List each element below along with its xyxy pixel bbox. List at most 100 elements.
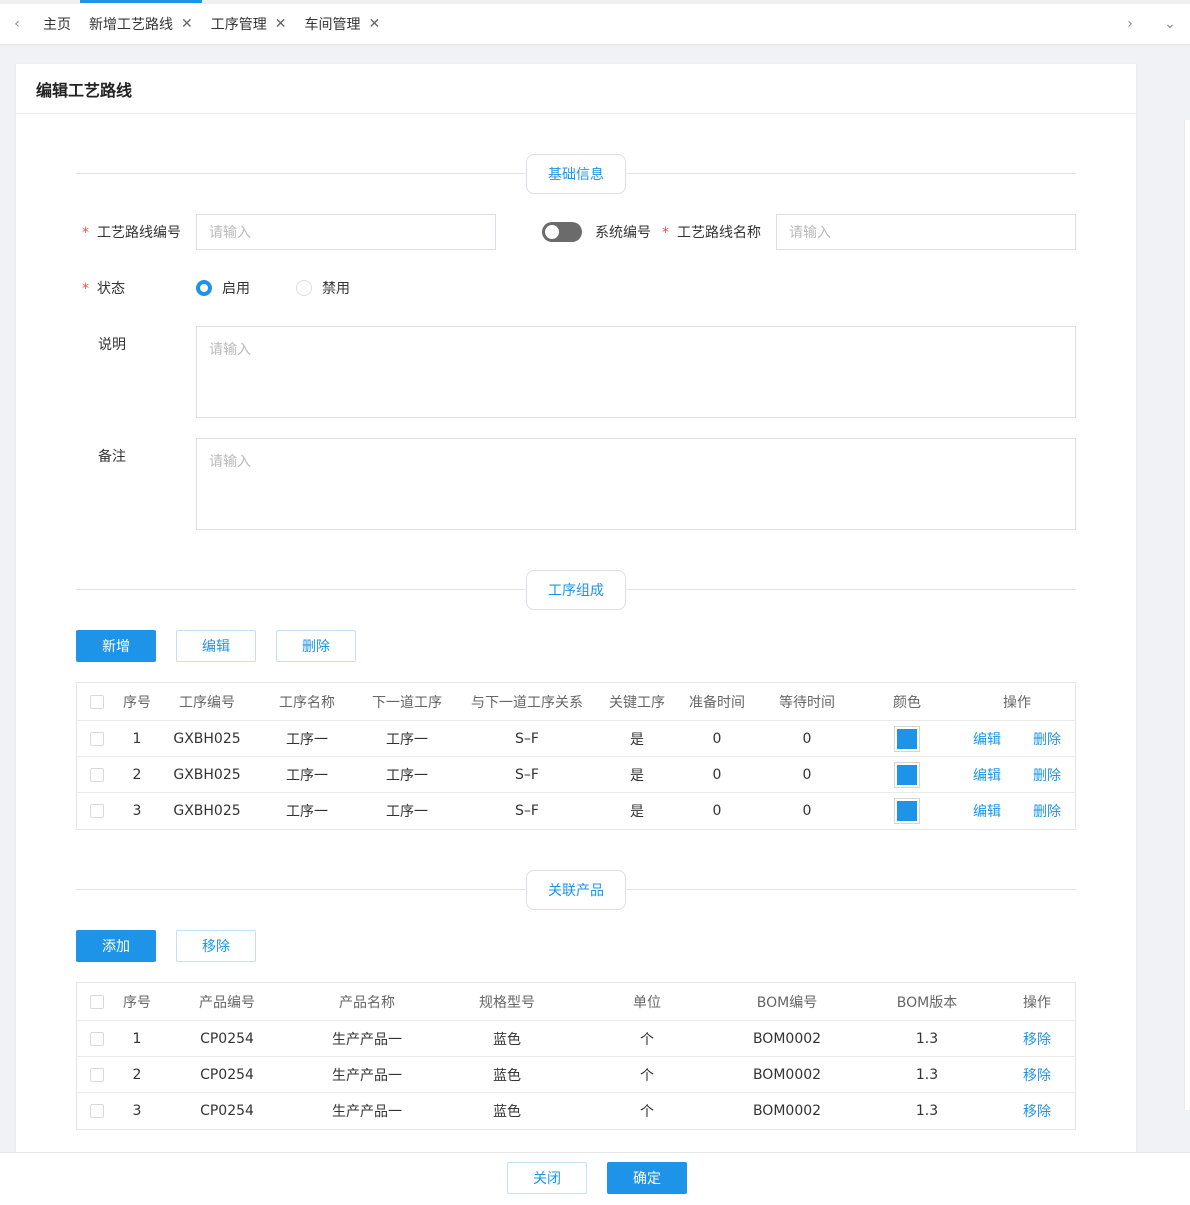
required-mark: * [662, 225, 669, 241]
chevron-down-icon[interactable]: ⌄ [1150, 16, 1190, 32]
system-code-toggle[interactable] [542, 222, 582, 242]
select-all-checkbox[interactable] [77, 983, 117, 1020]
remove-row-link[interactable]: 移除 [997, 1021, 1077, 1056]
remove-product-button[interactable]: 移除 [176, 930, 256, 962]
cell-wait: 0 [802, 766, 812, 783]
table-row: 1 CP0254 生产产品一 蓝色 个 BOM0002 1.3 移除 [77, 1021, 1075, 1057]
color-swatch[interactable] [857, 757, 957, 792]
edit-row-link[interactable]: 编辑 [957, 721, 1017, 756]
cell-code: GXBH025 [173, 803, 241, 819]
cell-bom: BOM0002 [752, 1103, 822, 1119]
description-label: 说明 [98, 337, 126, 353]
cell-bom-version: 1.3 [915, 1103, 939, 1119]
section-title: 基础信息 [526, 154, 626, 194]
header-cell: 操作 [1003, 694, 1031, 711]
section-product: 关联产品 [76, 870, 1076, 910]
edit-row-link[interactable]: 编辑 [957, 757, 1017, 792]
table-row: 2 CP0254 生产产品一 蓝色 个 BOM0002 1.3 移除 [77, 1057, 1075, 1093]
cell-name: 工序一 [286, 804, 328, 820]
table-row: 2 GXBH025 工序一 工序一 S–F 是 0 0 编辑 删除 [77, 757, 1075, 793]
tab-workshop-management[interactable]: 车间管理 ✕ [295, 4, 389, 44]
header-cell: 序号 [123, 994, 151, 1011]
radio-dot [196, 280, 212, 296]
tab-new-route[interactable]: 新增工艺路线 ✕ [80, 0, 202, 44]
toggle-knob [545, 225, 559, 239]
header-cell: 单位 [633, 994, 661, 1011]
table-header-row: 序号 产品编号 产品名称 规格型号 单位 BOM编号 BOM版本 操作 [77, 983, 1075, 1021]
add-product-button[interactable]: 添加 [76, 930, 156, 962]
remark-textarea[interactable]: 请输入 [196, 438, 1076, 530]
side-strip [1184, 120, 1190, 1110]
header-cell: 关键工序 [609, 694, 665, 711]
cell-code: CP0254 [200, 1066, 254, 1083]
cell-name: 工序一 [286, 767, 328, 784]
header-cell: 产品编号 [199, 994, 255, 1011]
footer-bar: 关闭 确定 [0, 1152, 1190, 1205]
close-icon[interactable]: ✕ [181, 16, 193, 32]
process-table: 序号 工序编号 工序名称 下一道工序 与下一道工序关系 关键工序 准备时间 等待… [76, 682, 1076, 830]
delete-row-link[interactable]: 删除 [1017, 757, 1077, 792]
section-title: 关联产品 [526, 870, 626, 910]
row-checkbox[interactable] [77, 1057, 117, 1092]
tab-bar: ‹ 主页 新增工艺路线 ✕ 工序管理 ✕ 车间管理 ✕ › ⌄ [0, 0, 1190, 45]
cell-no: 2 [132, 766, 142, 783]
color-swatch[interactable] [857, 793, 957, 829]
tab-label: 主页 [43, 17, 71, 33]
header-cell: 工序编号 [179, 694, 235, 711]
row-checkbox[interactable] [77, 793, 117, 829]
cell-bom: BOM0002 [752, 1030, 822, 1047]
close-icon[interactable]: ✕ [368, 16, 380, 32]
close-icon[interactable]: ✕ [275, 16, 287, 32]
route-code-input[interactable]: 请输入 [196, 214, 496, 250]
confirm-button[interactable]: 确定 [607, 1162, 687, 1194]
cell-code: GXBH025 [173, 730, 241, 747]
close-button[interactable]: 关闭 [507, 1162, 587, 1194]
cell-name: 生产产品一 [332, 1067, 402, 1084]
delete-process-button[interactable]: 删除 [276, 630, 356, 662]
tab-next-icon[interactable]: › [1110, 16, 1150, 32]
cell-no: 1 [132, 730, 142, 747]
row-checkbox[interactable] [77, 1021, 117, 1056]
row-checkbox[interactable] [77, 721, 117, 756]
add-process-button[interactable]: 新增 [76, 630, 156, 662]
cell-no: 1 [132, 1030, 142, 1047]
tab-label: 新增工艺路线 [89, 17, 173, 33]
cell-prep: 0 [712, 766, 722, 783]
remove-row-link[interactable]: 移除 [997, 1093, 1077, 1129]
row-checkbox[interactable] [77, 1093, 117, 1129]
edit-row-link[interactable]: 编辑 [957, 793, 1017, 829]
section-title: 工序组成 [526, 570, 626, 610]
header-cell: 等待时间 [779, 694, 835, 711]
tab-home[interactable]: 主页 [34, 4, 80, 44]
header-cell: 产品名称 [339, 994, 395, 1011]
header-cell: BOM版本 [896, 994, 958, 1011]
delete-row-link[interactable]: 删除 [1017, 721, 1077, 756]
cell-name: 工序一 [286, 731, 328, 748]
tab-process-management[interactable]: 工序管理 ✕ [202, 4, 296, 44]
cell-wait: 0 [802, 730, 812, 747]
header-cell: 序号 [123, 694, 151, 711]
cell-code: CP0254 [200, 1030, 254, 1047]
route-name-input[interactable]: 请输入 [776, 214, 1076, 250]
edit-route-panel: 编辑工艺路线 基础信息 * 工艺路线编号 请输入 系统编号 * 工艺路线名称 请输入… [16, 64, 1136, 1205]
select-all-checkbox[interactable] [77, 683, 117, 720]
remove-row-link[interactable]: 移除 [997, 1057, 1077, 1092]
required-mark: * [82, 281, 89, 297]
cell-unit: 个 [640, 1067, 654, 1084]
cell-bom: BOM0002 [752, 1066, 822, 1083]
row-checkbox[interactable] [77, 757, 117, 792]
cell-relation: S–F [515, 730, 539, 747]
edit-process-button[interactable]: 编辑 [176, 630, 256, 662]
status-disabled-radio[interactable]: 禁用 [296, 278, 350, 298]
table-row: 3 CP0254 生产产品一 蓝色 个 BOM0002 1.3 移除 [77, 1093, 1075, 1129]
status-enabled-radio[interactable]: 启用 [196, 278, 250, 298]
tab-label: 车间管理 [304, 17, 361, 33]
tab-label: 工序管理 [210, 17, 267, 33]
cell-spec: 蓝色 [493, 1067, 521, 1084]
cell-bom-version: 1.3 [915, 1030, 939, 1047]
tab-prev-icon[interactable]: ‹ [0, 4, 34, 44]
delete-row-link[interactable]: 删除 [1017, 793, 1077, 829]
cell-next: 工序一 [386, 731, 428, 748]
description-textarea[interactable]: 请输入 [196, 326, 1076, 418]
color-swatch[interactable] [857, 721, 957, 756]
